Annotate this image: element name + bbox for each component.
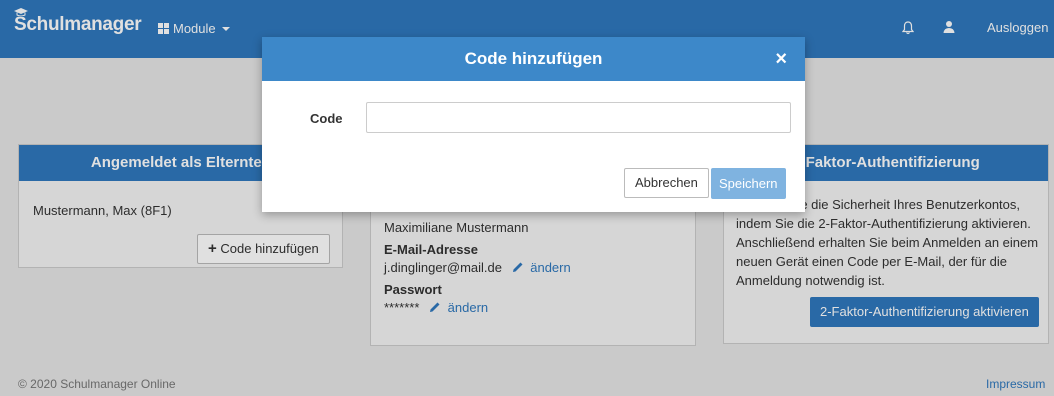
save-button[interactable]: Speichern — [711, 168, 786, 199]
dialog-header: Code hinzufügen × — [262, 37, 805, 81]
add-code-dialog: Code hinzufügen × Code Abbrechen Speiche… — [262, 37, 805, 212]
dialog-title: Code hinzufügen — [464, 49, 603, 68]
cancel-button[interactable]: Abbrechen — [624, 168, 709, 198]
code-label: Code — [310, 111, 343, 126]
code-input[interactable] — [366, 102, 791, 133]
close-icon[interactable]: × — [775, 37, 787, 81]
